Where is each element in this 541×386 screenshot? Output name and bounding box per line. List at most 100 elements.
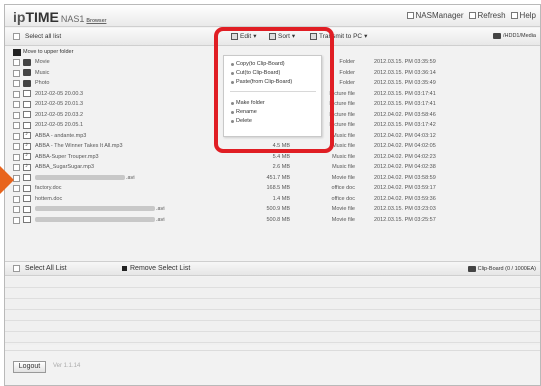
- version-label: Ver 1.1.14: [53, 363, 81, 369]
- file-type: Movie file: [331, 206, 355, 212]
- file-type: Music file: [332, 153, 355, 160]
- file-size: 2.6 MB: [272, 164, 290, 170]
- file-name[interactable]: .avi: [35, 175, 135, 181]
- file-size: 451.7 MB: [266, 174, 290, 181]
- file-type: office doc: [331, 185, 355, 191]
- refresh-icon: [468, 12, 476, 19]
- file-name[interactable]: Photo: [35, 80, 49, 86]
- logout-button[interactable]: Logout: [13, 361, 46, 373]
- file-type: Music file: [332, 164, 355, 170]
- file-name[interactable]: ABBA - The Winner Takes It All.mp3: [35, 143, 123, 149]
- file-name[interactable]: ABBA_SugarSugar.mp3: [35, 164, 94, 170]
- file-date: 2012.03.15. PM 03:35:59: [374, 59, 436, 65]
- file-date: 2012.04.02. PM 03:58:46: [374, 111, 436, 118]
- file-name[interactable]: factory.doc: [35, 185, 62, 191]
- file-name[interactable]: .avi: [35, 206, 165, 212]
- remove-select-list-button[interactable]: Remove Select List: [122, 265, 190, 272]
- selection-bar: Select All List Remove Select List Clip-…: [5, 261, 540, 276]
- row-checkbox[interactable]: [13, 143, 20, 150]
- file-date: 2012.03.15. PM 03:17:41: [374, 90, 436, 97]
- table-row[interactable]: .avi 500.8 MB Movie file 2012.03.15. PM 03:…: [5, 215, 540, 226]
- table-row[interactable]: factory.doc 168.5 MB office doc 2012.04.02.…: [5, 183, 540, 194]
- file-date: 2012.04.02. PM 04:03:12: [374, 132, 436, 139]
- redacted-name: [35, 216, 155, 222]
- row-checkbox[interactable]: [13, 185, 20, 192]
- refresh-link[interactable]: Refresh: [468, 11, 506, 20]
- doc-file-icon: [23, 184, 31, 192]
- doc-file-icon: [23, 195, 31, 202]
- top-links: NASManager Refresh Help: [406, 11, 536, 20]
- row-checkbox[interactable]: [13, 69, 20, 77]
- row-checkbox[interactable]: [13, 132, 20, 140]
- file-date: 2012.04.02. PM 03:59:17: [374, 185, 436, 191]
- row-checkbox[interactable]: [13, 59, 20, 66]
- file-date: 2012.03.15. PM 03:35:49: [374, 80, 436, 86]
- file-name[interactable]: hottem.doc: [35, 196, 62, 202]
- title-bar: ipTIME NAS1 Browser NASManager Refresh Hel…: [5, 5, 540, 27]
- current-path: /HDD1/Media: [492, 33, 536, 39]
- file-date: 2012.04.02. PM 04:02:05: [374, 143, 436, 149]
- row-checkbox[interactable]: [13, 90, 20, 98]
- image-file-icon: [23, 90, 31, 97]
- file-name[interactable]: ABBA-Super Trouper.mp3: [35, 154, 99, 160]
- folder-icon: [23, 79, 31, 87]
- row-checkbox[interactable]: [13, 174, 20, 182]
- clipboard-list: [5, 277, 540, 345]
- select-all-checkbox[interactable]: [13, 33, 20, 40]
- movie-file-icon: [23, 205, 31, 213]
- file-size: 500.9 MB: [266, 206, 290, 212]
- up-folder-icon: [13, 48, 21, 56]
- file-name[interactable]: 2012-02-05 20.03.2: [35, 112, 83, 118]
- table-row[interactable]: .avi 451.7 MB Movie file 2012.04.02. PM 03:…: [5, 173, 540, 184]
- file-name[interactable]: Movie: [35, 59, 50, 65]
- row-checkbox[interactable]: [13, 216, 20, 224]
- music-file-icon: [23, 131, 31, 139]
- highlight-annotation: [214, 27, 334, 153]
- folder-icon: [23, 58, 31, 66]
- row-checkbox[interactable]: [13, 206, 20, 213]
- table-row[interactable]: hottem.doc 1.4 MB office doc 2012.04.02. PM…: [5, 194, 540, 205]
- row-checkbox[interactable]: [13, 111, 20, 119]
- help-icon: [510, 12, 518, 19]
- file-date: 2012.04.02. PM 04:02:23: [374, 153, 436, 160]
- file-name[interactable]: .avi: [35, 217, 165, 223]
- file-name[interactable]: 2012-02-05 20.01.3: [35, 101, 83, 107]
- file-name[interactable]: Move to upper folder: [23, 49, 73, 55]
- iptime-logo: ipTIME NAS1 Browser: [13, 9, 107, 25]
- row-checkbox[interactable]: [13, 164, 20, 171]
- select-all-list[interactable]: Select all list: [13, 33, 61, 40]
- row-checkbox[interactable]: [13, 122, 20, 129]
- file-size: 1.4 MB: [272, 195, 290, 202]
- select-all-list-bottom[interactable]: Select All List: [13, 265, 67, 272]
- help-link[interactable]: Help: [510, 11, 536, 20]
- file-date: 2012.04.02. PM 04:02:38: [374, 164, 436, 170]
- image-file-icon: [23, 111, 31, 118]
- row-checkbox[interactable]: [13, 80, 20, 87]
- music-file-icon: [23, 152, 31, 160]
- table-row[interactable]: ABBA-Super Trouper.mp3 5.4 MB Music file 20…: [5, 152, 540, 163]
- row-checkbox[interactable]: [13, 101, 20, 108]
- table-row[interactable]: ABBA_SugarSugar.mp3 2.6 MB Music file 2012.…: [5, 162, 540, 173]
- table-row[interactable]: .avi 500.9 MB Movie file 2012.03.15. PM 03:…: [5, 204, 540, 215]
- row-checkbox[interactable]: [13, 153, 20, 161]
- nas-manager-link[interactable]: NASManager: [406, 11, 464, 20]
- music-file-icon: [23, 163, 31, 171]
- row-checkbox[interactable]: [13, 195, 20, 203]
- file-name[interactable]: 2012-02-05 20.00.3: [35, 91, 83, 97]
- file-name[interactable]: Music: [35, 70, 49, 76]
- file-size: 5.4 MB: [272, 153, 290, 160]
- music-file-icon: [23, 142, 31, 150]
- file-name[interactable]: ABBA - andante.mp3: [35, 133, 86, 139]
- clipboard-status: Clip-Board (0 / 1000EA): [467, 266, 536, 272]
- file-name[interactable]: 2012-02-05 20.05.1: [35, 122, 83, 128]
- file-date: 2012.03.15. PM 03:17:42: [374, 122, 436, 128]
- folder-icon: [492, 33, 501, 39]
- select-all-bottom-checkbox[interactable]: [13, 265, 20, 272]
- file-size: 500.8 MB: [266, 216, 290, 223]
- file-date: 2012.03.15. PM 03:25:57: [374, 216, 436, 223]
- nas-manager-icon: [406, 12, 414, 19]
- file-size: 168.5 MB: [266, 185, 290, 191]
- file-date: 2012.03.15. PM 03:17:41: [374, 101, 436, 107]
- file-type: Movie file: [331, 174, 355, 181]
- redacted-name: [35, 206, 155, 212]
